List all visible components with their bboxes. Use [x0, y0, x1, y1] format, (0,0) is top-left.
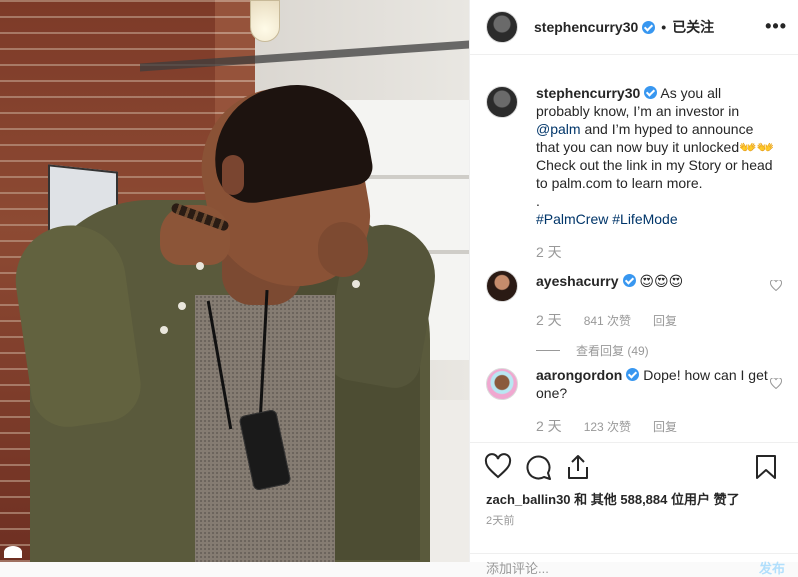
author-avatar[interactable]	[486, 86, 518, 118]
caption-time[interactable]: 2 天	[536, 242, 562, 262]
comment-row: ayeshacurry 😍😍😍	[486, 268, 786, 302]
view-replies-label: 查看回复 (49)	[576, 344, 649, 358]
reply-button[interactable]: 回复	[653, 312, 677, 329]
commenter-username[interactable]: ayeshacurry	[536, 273, 619, 289]
add-comment-input[interactable]: 添加评论...	[486, 558, 549, 577]
caption-dot: .	[536, 193, 540, 209]
heart-icon[interactable]	[484, 453, 512, 481]
separator-dot: •	[661, 19, 667, 35]
replies-line	[536, 350, 560, 351]
caption-row: stephencurry30 As you all probably know,…	[486, 84, 786, 228]
share-icon[interactable]	[564, 453, 592, 481]
jacket-button	[160, 326, 168, 334]
comment-likes[interactable]: 841 次赞	[584, 312, 631, 329]
caption: stephencurry30 As you all probably know,…	[486, 84, 786, 262]
instagram-post: stephencurry30 • 已关注 ••• stephencurry30 …	[0, 0, 798, 576]
comment-likes[interactable]: 123 次赞	[584, 418, 631, 435]
mention-link[interactable]: @palm	[536, 121, 581, 137]
comment-icon[interactable]	[524, 453, 552, 481]
comment-time[interactable]: 2 天	[536, 416, 562, 436]
like-comment-heart-icon[interactable]	[770, 280, 782, 291]
post-comment-button[interactable]: 发布	[759, 558, 785, 577]
jacket-button	[196, 262, 204, 270]
commenter-username[interactable]: aarongordon	[536, 367, 622, 383]
caption-username[interactable]: stephencurry30	[536, 85, 640, 101]
post-header: stephencurry30 • 已关注 •••	[470, 0, 798, 55]
verified-badge-icon	[644, 86, 658, 99]
post-time[interactable]: 2天前	[486, 512, 515, 528]
add-comment-bar: 添加评论... 发布	[470, 553, 798, 576]
caption-meta: 2 天	[536, 242, 786, 262]
like-comment-heart-icon[interactable]	[770, 378, 782, 389]
following-button[interactable]: 已关注	[672, 17, 714, 37]
comment: ayeshacurry 😍😍😍 2 天 841 次赞 回复 查看回复 (49)	[486, 268, 786, 359]
jacket-button	[178, 302, 186, 310]
commenter-avatar[interactable]	[486, 270, 518, 302]
post-sidebar: stephencurry30 • 已关注 ••• stephencurry30 …	[469, 0, 798, 576]
person	[0, 0, 469, 562]
comment-time[interactable]: 2 天	[536, 310, 562, 330]
tag-indicator-icon[interactable]	[4, 546, 22, 558]
verified-badge-icon	[642, 20, 656, 34]
jacket-button	[352, 280, 360, 288]
likes-summary[interactable]: zach_ballin30 和 其他 588,884 位用户 赞了	[486, 489, 740, 508]
comment: aarongordon Dope! how can I get one? 2 天…	[486, 366, 786, 436]
author-username[interactable]: stephencurry30	[534, 19, 638, 35]
comment-text: aarongordon Dope! how can I get one?	[536, 366, 776, 402]
right-hand	[318, 222, 368, 277]
reply-button[interactable]: 回复	[653, 418, 677, 435]
verified-badge-icon	[626, 368, 640, 381]
action-icons	[484, 453, 784, 483]
post-actions: zach_ballin30 和 其他 588,884 位用户 赞了 2天前 添加…	[470, 442, 798, 576]
hashtag-link[interactable]: #LifeMode	[612, 211, 677, 227]
bookmark-icon[interactable]	[752, 453, 780, 481]
verified-badge-icon	[622, 274, 636, 287]
caption-text: stephencurry30 As you all probably know,…	[536, 84, 776, 228]
post-photo[interactable]	[0, 0, 469, 562]
comment-text: ayeshacurry 😍😍😍	[536, 272, 776, 302]
comment-row: aarongordon Dope! how can I get one?	[486, 366, 786, 402]
comment-meta: 2 天 123 次赞 回复	[536, 416, 786, 436]
commenter-avatar[interactable]	[486, 368, 518, 400]
comment-body: 😍😍😍	[639, 273, 684, 289]
comment-meta: 2 天 841 次赞 回复	[536, 310, 786, 330]
more-options-icon[interactable]: •••	[765, 16, 787, 37]
hashtag-link[interactable]: #PalmCrew	[536, 211, 608, 227]
view-replies-button[interactable]: 查看回复 (49)	[536, 342, 786, 359]
ear	[222, 155, 244, 195]
author-avatar[interactable]	[486, 11, 518, 43]
